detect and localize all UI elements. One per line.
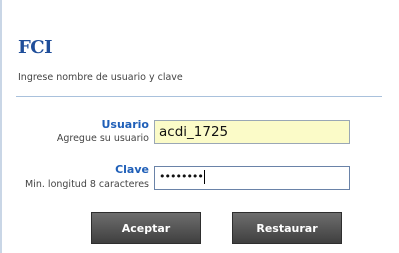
username-value: acdi_1725 xyxy=(159,124,229,140)
username-label: Usuario xyxy=(101,118,150,131)
panel-left-border xyxy=(0,0,2,253)
password-input[interactable]: •••••••• xyxy=(154,166,350,190)
header-divider xyxy=(16,96,382,97)
username-hint: Agregue su usuario xyxy=(56,133,149,144)
accept-button-label: Aceptar xyxy=(121,221,171,235)
reset-button[interactable]: Restaurar xyxy=(232,212,342,244)
fci-logo: FCI xyxy=(18,37,53,58)
login-instructions: Ingrese nombre de usuario y clave xyxy=(18,72,183,83)
password-hint: Min. longitud 8 caracteres xyxy=(25,179,149,190)
login-panel: FCI Ingrese nombre de usuario y clave Us… xyxy=(0,0,399,253)
password-value: •••••••• xyxy=(159,170,204,183)
username-input[interactable]: acdi_1725 xyxy=(154,120,350,144)
text-caret xyxy=(203,170,205,184)
password-label: Clave xyxy=(115,163,149,176)
accept-button[interactable]: Aceptar xyxy=(91,212,201,244)
reset-button-label: Restaurar xyxy=(256,221,318,235)
